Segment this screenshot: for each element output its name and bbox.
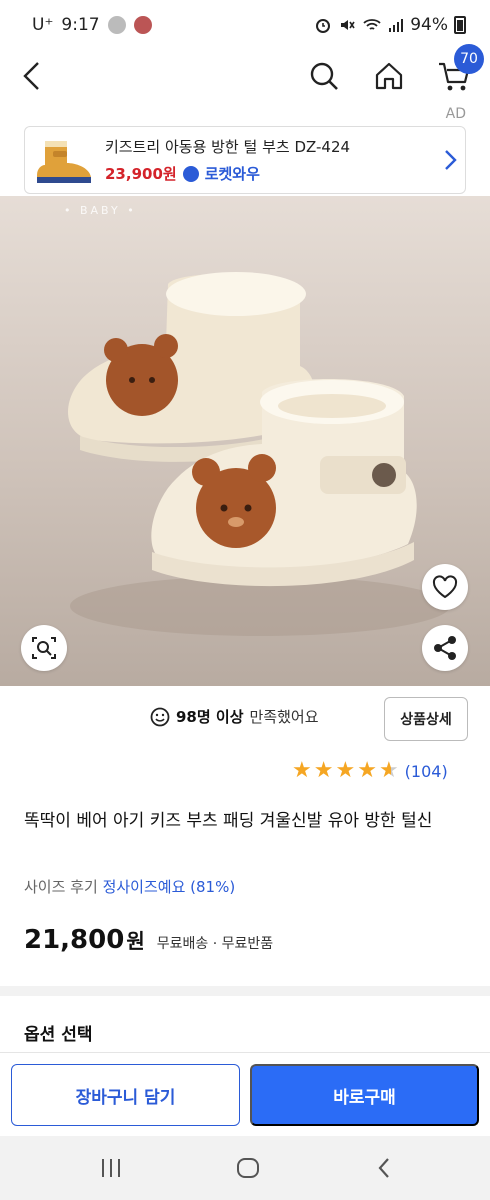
notification-avatar-icon — [133, 16, 152, 34]
battery-percent: 94% — [410, 15, 448, 35]
home-button[interactable] — [367, 54, 411, 98]
ad-price: 23,900원 — [105, 165, 177, 183]
section-divider — [0, 986, 490, 996]
ad-subline: 23,900원 로켓와우 — [105, 163, 435, 184]
satisfaction-count: 98명 이상 — [176, 708, 244, 726]
search-icon — [310, 62, 338, 90]
size-review: 사이즈 후기 정사이즈예요 (81%) — [24, 876, 235, 897]
image-search-button[interactable] — [21, 625, 67, 671]
review-count[interactable]: (104) — [405, 762, 448, 781]
satisfaction-text: 만족했어요 — [249, 708, 319, 726]
back-arrow-icon — [23, 62, 39, 90]
rocket-icon — [182, 165, 199, 182]
product-title: 똑딱이 베어 아기 키즈 부츠 패딩 겨울신발 유아 방한 털신 — [24, 811, 433, 831]
share-button[interactable] — [422, 625, 468, 671]
battery-icon — [454, 16, 466, 34]
star-icon: ★ — [357, 758, 377, 783]
recent-apps-button[interactable] — [91, 1152, 131, 1184]
option-select-label[interactable]: 옵션 선택 — [24, 1020, 92, 1045]
boot-thumbnail-icon — [37, 141, 91, 183]
boots-illustration — [68, 272, 450, 636]
product-image[interactable]: • BABY • — [0, 196, 490, 686]
wifi-icon — [363, 19, 381, 30]
ad-label: AD — [445, 106, 466, 122]
star-icon: ★ — [292, 758, 312, 783]
size-review-label: 사이즈 후기 — [24, 878, 98, 896]
ad-text: 키즈트리 아동용 방한 털 부츠 DZ-424 23,900원 로켓와우 — [105, 136, 435, 184]
product-detail-button[interactable]: 상품상세 — [384, 697, 468, 741]
clock: 9:17 — [61, 15, 100, 35]
half-star-icon: ★ — [378, 758, 399, 783]
ad-chevron — [435, 149, 465, 171]
wishlist-button[interactable] — [422, 564, 468, 610]
home-icon — [375, 62, 403, 90]
star-icon: ★ — [313, 758, 334, 783]
nav-bar — [0, 50, 490, 102]
search-button[interactable] — [302, 54, 346, 98]
share-icon — [434, 636, 456, 660]
satisfaction-summary: 98명 이상 만족했어요 — [150, 706, 319, 727]
back-button[interactable] — [10, 54, 54, 98]
ad-banner[interactable]: 키즈트리 아동용 방한 털 부츠 DZ-424 23,900원 로켓와우 — [24, 126, 466, 194]
home-system-button[interactable] — [228, 1152, 268, 1184]
smiley-icon — [150, 707, 170, 726]
price-unit: 원 — [126, 929, 145, 953]
status-left: U⁺ 9:17 — [32, 15, 152, 35]
carrier-label: U⁺ — [32, 15, 54, 35]
image-search-icon — [32, 637, 56, 659]
home-circle-icon — [237, 1158, 259, 1178]
notification-avatar-icon — [107, 16, 126, 34]
rocket-badge: 로켓와우 — [204, 165, 260, 183]
system-back-button[interactable] — [364, 1152, 404, 1184]
star-icon: ★ — [335, 758, 356, 783]
bottom-action-bar: 장바구니 담기 바로구매 — [0, 1052, 490, 1136]
cart-count-badge: 70 — [454, 44, 484, 74]
buy-now-button[interactable]: 바로구매 — [250, 1064, 479, 1126]
price-row: 21,800 원 무료배송 · 무료반품 — [24, 925, 273, 955]
ad-title: 키즈트리 아동용 방한 털 부츠 DZ-424 — [105, 138, 351, 156]
alarm-icon — [316, 19, 331, 33]
rating[interactable]: ★ ★ ★ ★ ★ (104) — [292, 760, 448, 782]
chevron-right-icon — [445, 150, 457, 170]
price: 21,800 — [24, 925, 125, 955]
recent-apps-icon — [102, 1159, 120, 1177]
system-nav-bar — [0, 1136, 490, 1200]
shipping-info: 무료배송 · 무료반품 — [156, 936, 274, 952]
status-right: 94% — [314, 15, 466, 35]
heart-icon — [432, 575, 458, 599]
size-review-value[interactable]: 정사이즈예요 (81%) — [103, 878, 236, 896]
signal-icon — [389, 19, 404, 32]
mute-icon — [341, 20, 355, 30]
status-bar: U⁺ 9:17 94% — [0, 0, 490, 50]
add-to-cart-button[interactable]: 장바구니 담기 — [11, 1064, 240, 1126]
ad-product-thumbnail — [31, 131, 95, 189]
system-back-icon — [378, 1158, 389, 1178]
